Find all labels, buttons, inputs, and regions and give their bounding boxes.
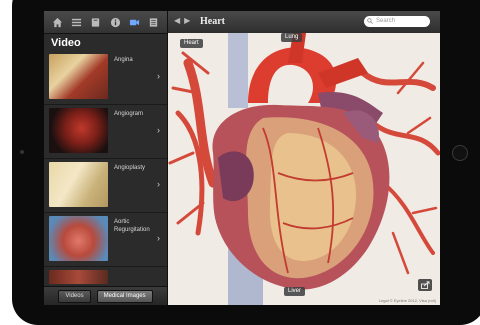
app-screen: Video Angina › Angiogram › Angioplasty › — [44, 11, 440, 305]
sidebar-toolbar — [44, 11, 167, 34]
video-label: Aortic Regurgitation — [114, 219, 150, 233]
list-item[interactable] — [44, 267, 167, 287]
search-placeholder: Search — [376, 18, 396, 24]
nav-arrows: ◀▶ — [174, 16, 194, 25]
video-thumbnail — [49, 216, 108, 261]
search-icon — [367, 18, 373, 24]
tab-videos[interactable]: Videos — [58, 289, 91, 303]
sidebar: Video Angina › Angiogram › Angioplasty › — [44, 11, 168, 305]
list-item[interactable]: Angiogram › — [44, 105, 167, 159]
tab-medical-images[interactable]: Medical Images — [96, 289, 153, 303]
list-item[interactable]: Aortic Regurgitation › — [44, 213, 167, 267]
video-thumbnail — [49, 108, 108, 153]
video-thumbnail — [49, 270, 108, 284]
video-list[interactable]: Angina › Angiogram › Angioplasty › Aorti… — [44, 51, 167, 287]
video-label: Angioplasty — [114, 165, 146, 171]
chevron-right-icon: › — [157, 125, 160, 135]
image-credit: Legal © Eyeline 2012, Visa (roll) — [378, 298, 436, 303]
video-thumbnail — [49, 162, 108, 207]
list-item[interactable]: Angina › — [44, 51, 167, 105]
search-input[interactable]: Search — [364, 16, 430, 27]
video-icon[interactable] — [128, 16, 140, 28]
sidebar-title: Video — [44, 34, 167, 52]
share-button[interactable] — [418, 279, 432, 291]
back-button[interactable]: ◀ — [174, 16, 184, 25]
home-button[interactable] — [452, 145, 468, 161]
heart-anatomy-image[interactable] — [168, 33, 440, 305]
heart-label-tag[interactable]: Heart — [180, 39, 203, 48]
video-label: Angina — [114, 57, 133, 63]
chevron-right-icon: › — [157, 233, 160, 243]
notes-icon[interactable] — [147, 16, 159, 28]
page-title: Heart — [200, 16, 225, 27]
video-label: Angiogram — [114, 111, 144, 117]
list-icon[interactable] — [71, 16, 83, 28]
ipad-device: Video Angina › Angiogram › Angioplasty › — [0, 0, 480, 325]
chevron-right-icon: › — [157, 179, 160, 189]
chevron-right-icon: › — [157, 71, 160, 81]
book-icon[interactable] — [90, 16, 102, 28]
video-thumbnail — [49, 54, 108, 99]
forward-button[interactable]: ▶ — [184, 16, 194, 25]
list-item[interactable]: Angioplasty › — [44, 159, 167, 213]
liver-label-tag[interactable]: Liver — [284, 287, 306, 296]
share-icon — [420, 281, 429, 289]
main-panel: ◀▶ Heart Search Heart Lung Liver Legal ©… — [168, 11, 440, 305]
lung-label-tag[interactable]: Lung — [281, 33, 303, 42]
sidebar-segmented-control: Videos Medical Images — [44, 286, 167, 305]
main-toolbar: ◀▶ Heart Search — [168, 11, 440, 34]
info-icon[interactable] — [109, 16, 121, 28]
home-icon[interactable] — [52, 16, 64, 28]
camera-dot — [20, 150, 24, 154]
